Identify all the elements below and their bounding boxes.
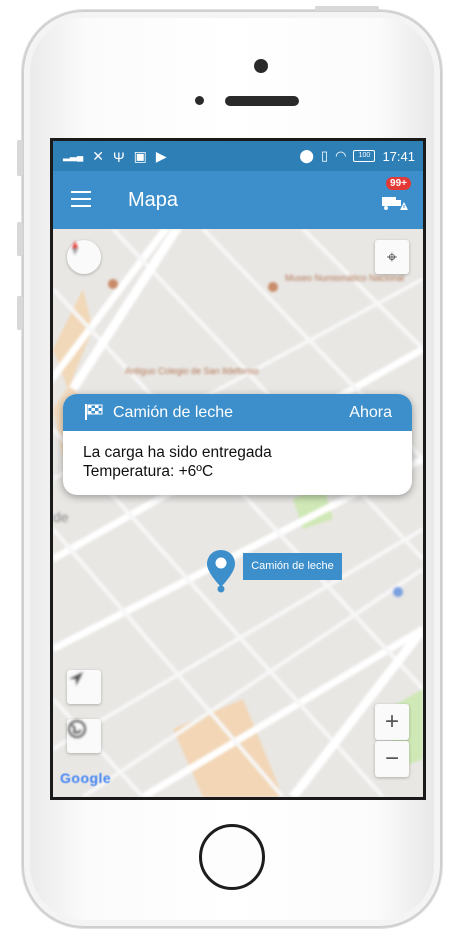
my-location-icon[interactable]: ⌖ — [375, 240, 409, 274]
museum-label: Museo Numismático Nacional — [285, 273, 404, 283]
mute-switch — [17, 140, 23, 176]
image-icon: ▣ — [133, 148, 147, 164]
colegio-label: Antiguo Colegio de San Ildefonso — [125, 366, 259, 376]
zoom-out-button[interactable]: − — [375, 741, 409, 777]
location-icon: ⬤ — [299, 148, 314, 163]
front-camera — [254, 59, 268, 73]
proximity-sensor — [195, 96, 204, 105]
sync-icon: ✕ — [92, 148, 104, 164]
usb-icon: Ψ — [112, 148, 125, 165]
notification-message: La carga ha sido entregada — [83, 444, 272, 461]
notification-header: Camión de leche Ahora — [63, 394, 412, 431]
page-title: Mapa — [128, 189, 179, 211]
battery-icon: 100 — [353, 150, 376, 162]
earpiece-speaker — [225, 96, 299, 106]
signal-icon: ▂▃▄ — [63, 151, 84, 161]
notification-card[interactable]: Camión de leche Ahora La carga ha sido e… — [63, 394, 412, 495]
compass-icon[interactable] — [67, 240, 101, 274]
google-attribution: Google — [60, 770, 112, 786]
notification-title: Camión de leche — [113, 404, 234, 421]
checkered-flag-icon — [85, 404, 103, 420]
wifi-icon: ◠ — [335, 148, 347, 163]
app-bar: Mapa 99+ — [53, 171, 423, 229]
hamburger-menu-icon[interactable] — [71, 191, 91, 207]
play-store-icon: ▶ — [155, 148, 167, 164]
status-bar: ▂▃▄ ✕ Ψ ▣ ▶ ⬤ ▯ ◠ 100 17:41 — [53, 141, 423, 171]
map-pin-icon[interactable] — [206, 549, 236, 593]
notification-time: Ahora — [349, 404, 392, 421]
notification-temperature: Temperatura: +6ºC — [83, 463, 214, 480]
volume-down-button — [17, 296, 23, 330]
power-button — [315, 6, 379, 11]
volume-up-button — [17, 222, 23, 256]
home-button[interactable] — [199, 824, 265, 890]
clock: 17:41 — [382, 148, 415, 164]
vibrate-icon: ▯ — [320, 148, 329, 163]
navigate-icon[interactable] — [67, 670, 101, 704]
svg-text:de: de — [53, 509, 69, 525]
marker-label[interactable]: Camión de leche — [243, 553, 342, 580]
zoom-in-button[interactable]: + — [375, 704, 409, 740]
truck-alert-icon[interactable] — [381, 187, 409, 211]
notification-body: La carga ha sido entregada Temperatura: … — [63, 431, 412, 481]
alert-count-badge: 99+ — [386, 177, 411, 190]
globe-icon[interactable] — [67, 719, 101, 753]
map-view[interactable]: Museo Numismático Nacional Antiguo Coleg… — [53, 229, 423, 797]
